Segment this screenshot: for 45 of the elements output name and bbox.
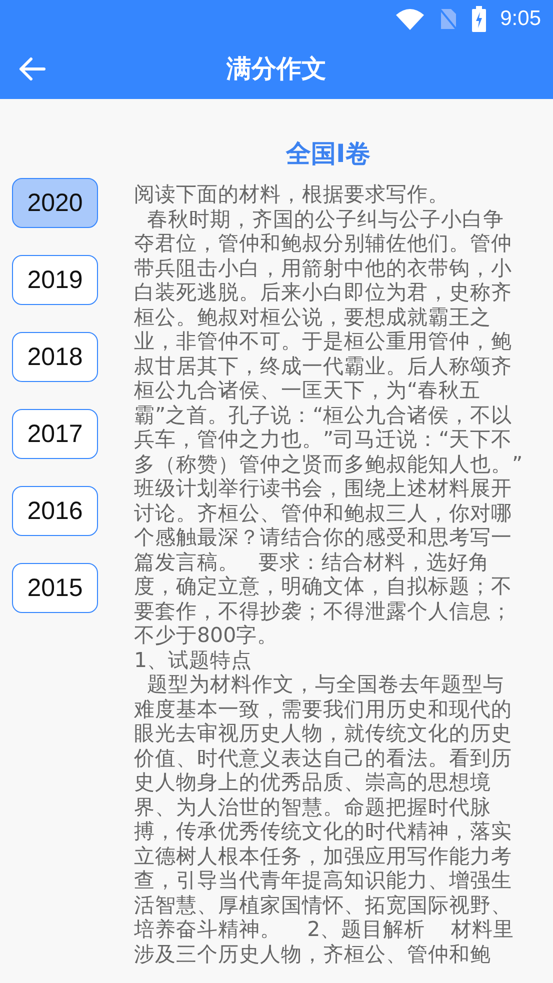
article-text-line: 桓公。鲍叔对桓公说，要想成就霸王之 bbox=[134, 304, 491, 329]
article-text-line: 界、为人治世的智慧。命题把握时代脉 bbox=[134, 794, 491, 819]
article-text-line: 搏，传承优秀传统文化的时代精神，落实 bbox=[134, 819, 512, 844]
article-text-line: 要套作，不得抄袭；不得泄露个人信息； bbox=[134, 598, 512, 623]
article-text-line: 难度基本一致，需要我们用历史和现代的 bbox=[134, 696, 512, 721]
page-title: 满分作文 bbox=[226, 53, 326, 85]
no-sim-icon bbox=[438, 7, 458, 31]
year-button[interactable]: 2018 bbox=[12, 332, 98, 382]
article-text-line: 查，引导当代青年提高知识能力、增强生 bbox=[134, 868, 512, 892]
status-time: 9:05 bbox=[500, 7, 541, 31]
year-button[interactable]: 2019 bbox=[12, 255, 98, 305]
article-text-line: 史人物身上的优秀品质、崇高的思想境 bbox=[134, 770, 491, 794]
article-text-line: 白装死逃脱。后来小白即位为君，史称齐 bbox=[134, 280, 512, 304]
article-text-line: 春秋时期，齐国的公子纠与公子小白争 bbox=[146, 206, 504, 231]
article-text-line: 度，确定立意，明确文体，自拟标题；不 bbox=[134, 574, 512, 598]
article-text-line: 多（称赞）管仲之贤而多鲍叔能知人也。” bbox=[134, 452, 523, 476]
back-arrow-icon[interactable] bbox=[18, 56, 46, 80]
wifi-icon bbox=[396, 8, 424, 30]
year-button[interactable]: 2017 bbox=[12, 409, 98, 459]
year-button[interactable]: 2016 bbox=[12, 486, 98, 536]
article-text-line: 讨论。齐桓公、管仲和鲍叔三人，你对哪 bbox=[134, 500, 512, 525]
article-text-line: 个感触最深？请结合你的感受和思考写一 bbox=[134, 525, 512, 550]
article-text-line: 涉及三个历史人物，齐桓公、管仲和鲍 bbox=[134, 942, 491, 966]
article-text-line: 题型为材料作文，与全国卷去年题型与 bbox=[146, 672, 504, 696]
exam-title: 全国I卷 bbox=[286, 138, 370, 170]
article-text-line: 篇发言稿。 要求：结合材料，选好角 bbox=[134, 550, 490, 574]
article-text-line: 夺君位，管仲和鲍叔分别辅佐他们。管仲 bbox=[134, 231, 512, 256]
article-text-line: 业，非管仲不可。于是桓公重用管仲，鲍 bbox=[134, 329, 512, 354]
article-text-line: 班级计划举行读书会，围绕上述材料展开 bbox=[134, 476, 512, 500]
article-text-line: 叔甘居其下，终成一代霸业。后人称颂齐 bbox=[134, 354, 512, 378]
article-text-line: 霸”之首。孔子说：“桓公九合诸侯，不以 bbox=[134, 402, 512, 427]
article-text-line: 带兵阻击小白，用箭射中他的衣带钩，小 bbox=[134, 256, 512, 280]
article-text-line: 眼光去审视历史人物，就传统文化的历史 bbox=[134, 721, 512, 746]
article-text-line: 活智慧、厚植家国情怀、拓宽国际视野、 bbox=[134, 892, 512, 917]
battery-charging-icon bbox=[472, 6, 486, 32]
article-text-line: 价值、时代意义表达自己的看法。看到历 bbox=[134, 746, 512, 770]
article-text-line: 1、试题特点 bbox=[134, 648, 252, 672]
article-text-line: 阅读下面的材料，根据要求写作。 bbox=[134, 182, 449, 206]
article-text-line: 不少于800字。 bbox=[134, 623, 278, 648]
article-text-line: 培养奋斗精神。 2、题目解析 材料里 bbox=[134, 917, 514, 942]
article-text-line: 立德树人根本任务，加强应用写作能力考 bbox=[134, 844, 512, 868]
year-button[interactable]: 2020 bbox=[12, 178, 98, 228]
article-text-line: 桓公九合诸侯、一匡天下，为“春秋五 bbox=[134, 378, 481, 402]
year-button[interactable]: 2015 bbox=[12, 563, 98, 613]
article-text-line: 兵车，管仲之力也。”司马迁说：“天下不 bbox=[134, 427, 512, 452]
